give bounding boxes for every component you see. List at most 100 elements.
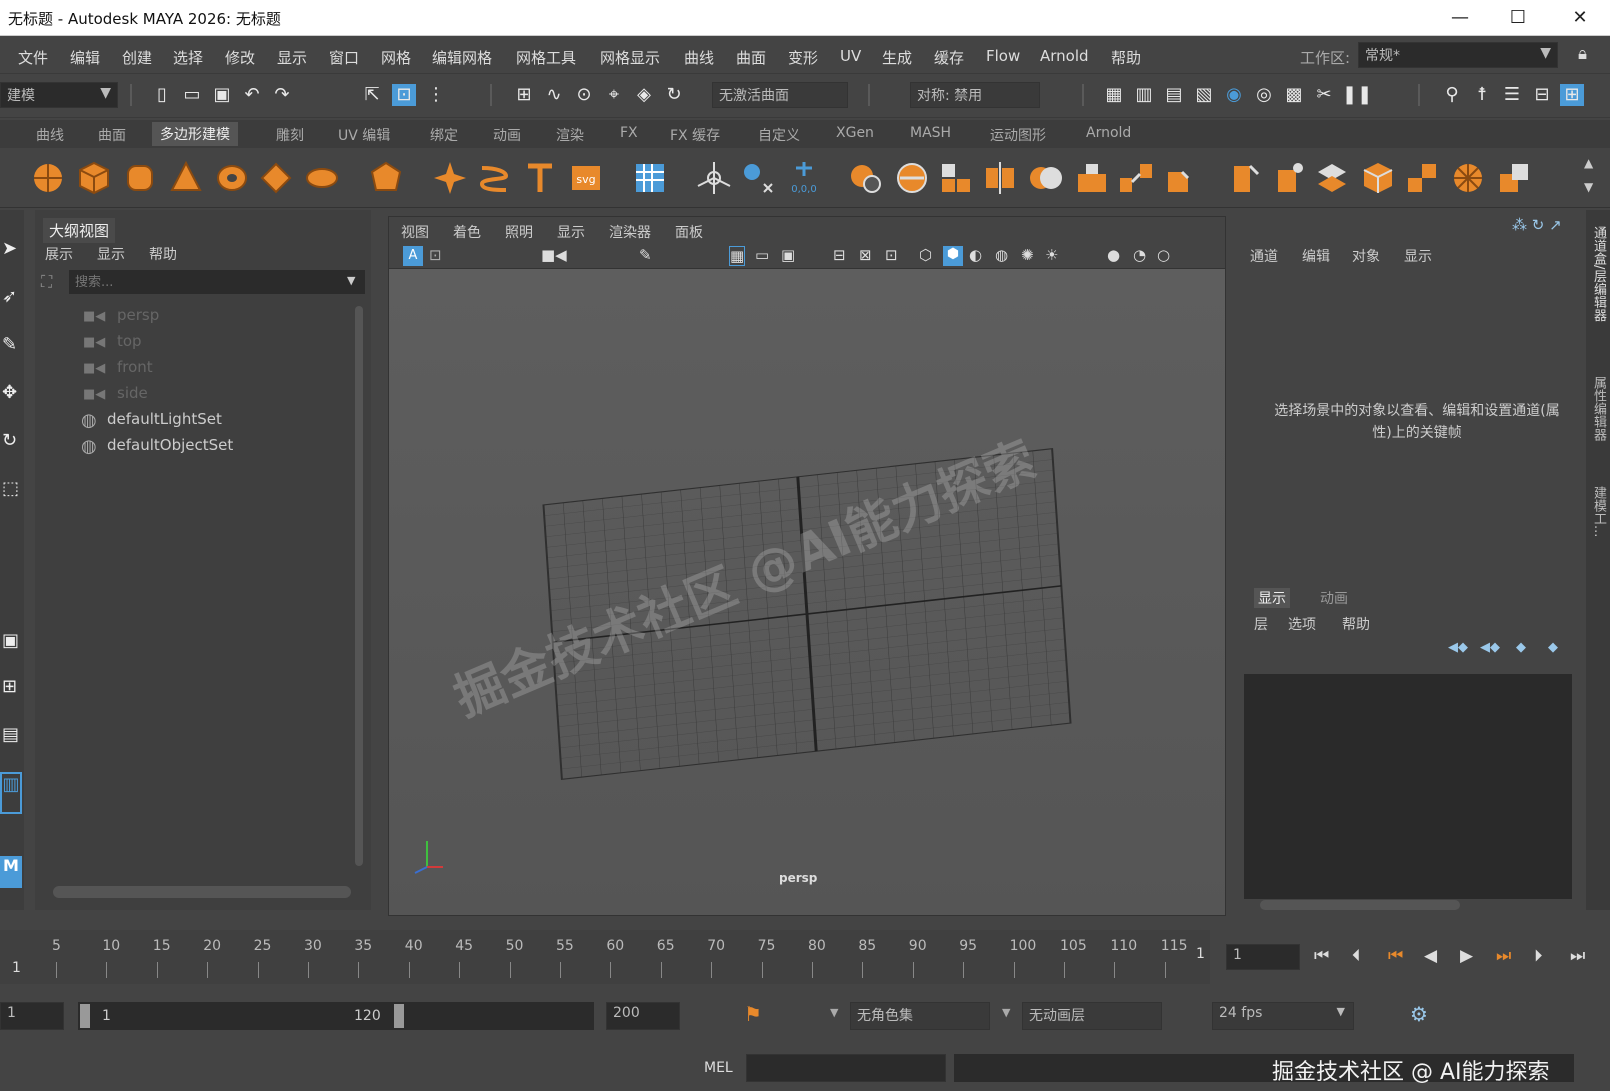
outliner-item-top[interactable]: top bbox=[117, 332, 142, 350]
wireframe-on-shaded-icon[interactable]: ◐ bbox=[969, 246, 982, 264]
fps-dropdown[interactable]: 24 fps ▼ bbox=[1212, 1002, 1354, 1030]
outliner-menu-show[interactable]: 展示 bbox=[45, 244, 73, 264]
poly-cylinder-icon[interactable] bbox=[120, 158, 160, 198]
filter-icon[interactable]: ⛶ bbox=[41, 272, 52, 292]
undo-icon[interactable]: ↶ bbox=[240, 84, 264, 106]
channel-menu-channels[interactable]: 通道 bbox=[1250, 246, 1278, 266]
mel-label[interactable]: MEL bbox=[704, 1060, 733, 1076]
extrude-icon[interactable] bbox=[1072, 158, 1112, 198]
render-frame-icon[interactable]: ▥ bbox=[1132, 84, 1156, 106]
viewport-menu-renderer[interactable]: 渲染器 bbox=[609, 222, 651, 242]
menu-mesh[interactable]: 网格 bbox=[381, 47, 411, 68]
menu-curves[interactable]: 曲线 bbox=[684, 47, 714, 68]
shelf-tab-poly-modeling[interactable]: 多边形建模 bbox=[152, 122, 238, 146]
shelf-tab-xgen[interactable]: XGen bbox=[836, 125, 874, 141]
workspace-dropdown[interactable]: 常规* ▼ bbox=[1358, 42, 1558, 68]
grease-pencil-icon[interactable]: ✎ bbox=[639, 246, 652, 264]
poly-torus-icon[interactable] bbox=[212, 158, 252, 198]
viewport-menu-panels[interactable]: 面板 bbox=[675, 222, 703, 242]
close-button[interactable]: ✕ bbox=[1550, 0, 1610, 36]
snap-point-icon[interactable]: ⊙ bbox=[572, 84, 596, 106]
channel-menu-show[interactable]: 显示 bbox=[1404, 246, 1432, 266]
chevron-down-icon[interactable]: ▼ bbox=[830, 1006, 838, 1019]
range-end-handle[interactable] bbox=[394, 1004, 404, 1028]
symmetry-field[interactable]: 对称: 禁用 bbox=[910, 82, 1040, 108]
snap-curve-icon[interactable]: ∿ bbox=[542, 84, 566, 106]
menu-cache[interactable]: 缓存 bbox=[934, 47, 964, 68]
layer-list[interactable] bbox=[1244, 674, 1572, 899]
safe-action-icon[interactable]: ⊟ bbox=[833, 246, 846, 264]
side-tab-modeling-toolkit[interactable]: 建模工... bbox=[1589, 486, 1608, 537]
separate-icon[interactable] bbox=[892, 158, 932, 198]
rotate-tool-icon[interactable]: ↻ bbox=[2, 430, 17, 451]
live-surface-field[interactable]: 无激活曲面 bbox=[712, 82, 848, 108]
auto-key-icon[interactable]: ⚑ bbox=[744, 1002, 762, 1026]
ipr-render-icon[interactable]: ▤ bbox=[1162, 84, 1186, 106]
quad-draw-icon[interactable] bbox=[1358, 158, 1398, 198]
step-forward-key-icon[interactable]: ⏭ bbox=[1496, 946, 1511, 966]
modeling-toolkit-icon[interactable]: ⚲ bbox=[1440, 84, 1464, 106]
poly-sphere-icon[interactable] bbox=[28, 158, 68, 198]
select-hierarchy-icon[interactable]: ⇱ bbox=[360, 84, 384, 106]
combine-icon[interactable] bbox=[846, 158, 886, 198]
anim-layer-field[interactable]: 无动画层 bbox=[1022, 1002, 1162, 1030]
viewport-menu-show[interactable]: 显示 bbox=[557, 222, 585, 242]
arnold-render-icon[interactable]: ▩ bbox=[1282, 84, 1306, 106]
redo-icon[interactable]: ↷ bbox=[270, 84, 294, 106]
shelf-tab-surfaces[interactable]: 曲面 bbox=[98, 125, 126, 145]
range-slider-track[interactable] bbox=[78, 1002, 594, 1030]
boolean-icon[interactable] bbox=[1026, 158, 1066, 198]
new-empty-layer-icon[interactable]: ◆ bbox=[1516, 640, 1526, 655]
resolution-gate-icon[interactable]: ▣ bbox=[781, 246, 795, 264]
channel-settings-icon[interactable]: ⁂ ↻ ↗ bbox=[1512, 216, 1562, 234]
snap-live-icon[interactable]: ↻ bbox=[662, 84, 686, 106]
vertical-scrollbar[interactable] bbox=[355, 306, 363, 866]
layer-tab-display[interactable]: 显示 bbox=[1254, 588, 1290, 608]
field-chart-icon[interactable]: ⊡ bbox=[885, 246, 898, 264]
chevron-down-icon[interactable]: ▼ bbox=[1002, 1006, 1010, 1019]
single-view-icon[interactable]: ▣ bbox=[2, 630, 19, 651]
grid-toggle-icon[interactable]: ▦ bbox=[729, 246, 746, 266]
side-tab-attribute-editor[interactable]: 属性编辑器 bbox=[1589, 376, 1608, 441]
menu-surfaces[interactable]: 曲面 bbox=[736, 47, 766, 68]
step-forward-frame-icon[interactable]: ⏵ bbox=[1534, 946, 1543, 966]
open-scene-icon[interactable]: ▭ bbox=[180, 84, 204, 106]
horizontal-scrollbar[interactable] bbox=[53, 886, 351, 898]
menu-create[interactable]: 创建 bbox=[122, 47, 152, 68]
render-icon[interactable]: ▦ bbox=[1102, 84, 1126, 106]
menu-mesh-display[interactable]: 网格显示 bbox=[600, 47, 660, 68]
save-scene-icon[interactable]: ▣ bbox=[210, 84, 234, 106]
paint-select-icon[interactable]: ✎ bbox=[2, 334, 17, 355]
go-to-end-icon[interactable]: ⏭ bbox=[1570, 946, 1585, 966]
animation-start-field[interactable]: 1 bbox=[0, 1002, 64, 1030]
tool-settings-icon[interactable]: ⊟ bbox=[1530, 84, 1554, 106]
shelf-scroll-up-icon[interactable]: ▲ bbox=[1584, 156, 1593, 170]
film-gate-icon[interactable]: ▭ bbox=[755, 246, 769, 264]
poly-disc-icon[interactable] bbox=[302, 158, 342, 198]
multi-cut-icon[interactable] bbox=[1224, 158, 1264, 198]
uv-editor-icon[interactable] bbox=[630, 158, 670, 198]
menu-modify[interactable]: 修改 bbox=[225, 47, 255, 68]
menu-arnold[interactable]: Arnold bbox=[1040, 47, 1089, 65]
layer-menu-layers[interactable]: 层 bbox=[1254, 614, 1268, 634]
pivot-icon[interactable] bbox=[694, 158, 734, 198]
circularize-icon[interactable] bbox=[1448, 158, 1488, 198]
menu-select[interactable]: 选择 bbox=[173, 47, 203, 68]
super-shape-icon[interactable] bbox=[430, 158, 470, 198]
command-input[interactable] bbox=[746, 1054, 946, 1082]
chevron-down-icon[interactable]: ▼ bbox=[347, 274, 355, 287]
horizontal-scrollbar[interactable] bbox=[1260, 900, 1460, 910]
side-tab-channel-box[interactable]: 通道盒/层编辑器 bbox=[1589, 226, 1608, 321]
shelf-tab-rendering[interactable]: 渲染 bbox=[556, 125, 584, 145]
smooth-shade-icon[interactable]: ⬢ bbox=[943, 246, 963, 266]
poly-cube-icon[interactable] bbox=[74, 158, 114, 198]
camera-icon[interactable]: ■◀ bbox=[541, 246, 567, 264]
render-view-icon[interactable]: ◎ bbox=[1252, 84, 1276, 106]
menu-uv[interactable]: UV bbox=[840, 47, 861, 65]
shelf-tab-arnold[interactable]: Arnold bbox=[1086, 125, 1131, 141]
attribute-editor-icon[interactable]: ☰ bbox=[1500, 84, 1524, 106]
channel-menu-object[interactable]: 对象 bbox=[1352, 246, 1380, 266]
maximize-button[interactable]: ☐ bbox=[1488, 0, 1548, 36]
lasso-tool-icon[interactable]: ➶ bbox=[2, 286, 17, 307]
shelf-tab-mash[interactable]: MASH bbox=[910, 125, 951, 141]
